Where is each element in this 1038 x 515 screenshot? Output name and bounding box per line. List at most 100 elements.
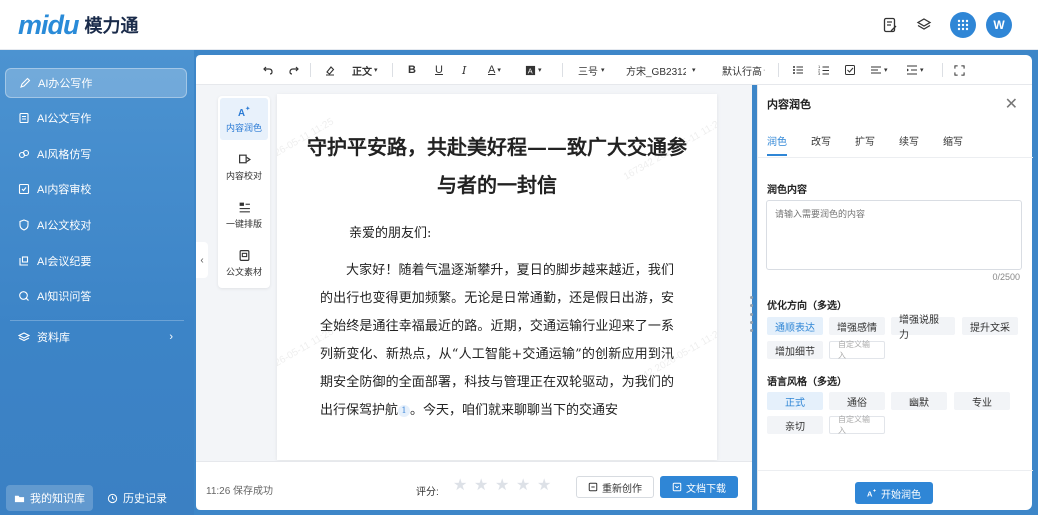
sidebar-item-knowledge-qa[interactable]: AI知识问答 [5, 281, 187, 311]
panel-resize-handle[interactable] [750, 296, 754, 332]
polish-content-input[interactable] [766, 200, 1022, 270]
review-icon [17, 182, 31, 196]
meeting-icon [17, 254, 31, 268]
direction-option-fluent[interactable]: 通顺表达 [767, 317, 823, 335]
bullet-list-icon[interactable] [792, 62, 804, 78]
tabs-divider [758, 157, 1033, 158]
document-greeting[interactable]: 亲爱的朋友们: [349, 222, 431, 241]
tab-rewrite[interactable]: 改写 [811, 133, 831, 156]
bold-icon[interactable]: B [408, 62, 416, 78]
style-option-professional[interactable]: 专业 [954, 392, 1010, 410]
font-family-value: 方宋_GB2312 [626, 66, 686, 78]
highlight-icon[interactable]: A ▾ [525, 62, 542, 78]
close-icon[interactable]: ✕ [1005, 94, 1018, 114]
clock-icon [107, 493, 118, 504]
fullscreen-icon[interactable] [954, 62, 965, 78]
sidebar-item-style-imitation[interactable]: AI风格仿写 [5, 139, 187, 169]
tool-label: 内容校对 [225, 170, 262, 181]
direction-option-persuasive[interactable]: 增强说服力 [891, 315, 955, 341]
direction-option-literary[interactable]: 提升文采 [962, 317, 1018, 335]
italic-icon[interactable]: I [462, 62, 466, 78]
format-painter-icon[interactable] [324, 62, 336, 78]
style-option-popular[interactable]: 通俗 [829, 392, 885, 410]
style-custom-input[interactable]: 自定义输入 [829, 415, 885, 435]
font-color-icon[interactable]: A ▾ [488, 62, 501, 78]
ai-polish-icon: A [238, 105, 251, 119]
direction-option-detail[interactable]: 增加细节 [767, 341, 823, 359]
star-icon[interactable]: ★ [516, 478, 532, 494]
sidebar-item-official-writing[interactable]: AI公文写作 [5, 103, 187, 133]
refresh-icon [588, 482, 598, 492]
history-button[interactable]: 历史记录 [107, 490, 167, 506]
sidebar-item-meeting-minutes[interactable]: AI会议纪要 [5, 246, 187, 276]
sidebar-item-label: AI风格仿写 [37, 149, 92, 161]
tool-content-polish[interactable]: A 内容润色 [220, 98, 268, 140]
document-body[interactable]: 大家好！随着气温逐渐攀升，夏日的脚步越来越近，我们的出行也变得更加频繁。无论是日… [320, 257, 674, 425]
editor-footer: 11:26 保存成功 评分: ★ ★ ★ ★ ★ 重新创作 文档下载 [196, 461, 752, 510]
body-text: 大家好！随着气温逐渐攀升，夏日的脚步越来越近，我们的出行也变得更加频繁。无论是日… [320, 263, 674, 418]
star-icon[interactable]: ★ [495, 478, 511, 494]
document-page[interactable]: 167342 2026-05-11 11:25 167342 2026-05-1… [277, 94, 717, 460]
tool-document-material[interactable]: 公文素材 [220, 242, 268, 284]
sidebar-item-label: AI公文校对 [37, 220, 92, 232]
content-label: 润色内容 [767, 185, 807, 196]
toolbar-divider [942, 63, 943, 77]
direction-custom-input[interactable]: 自定义输入 [829, 340, 885, 360]
sidebar-item-content-review[interactable]: AI内容审校 [5, 174, 187, 204]
recreate-label: 重新创作 [602, 483, 642, 495]
numbered-list-icon[interactable]: 123 [818, 62, 830, 78]
undo-icon[interactable] [262, 62, 274, 78]
folder-icon [14, 493, 25, 504]
tab-continue[interactable]: 续写 [899, 133, 919, 156]
star-icon[interactable]: ★ [537, 478, 553, 494]
redo-icon[interactable] [288, 62, 300, 78]
caret-down-icon: ▾ [692, 67, 696, 74]
document-edit-icon[interactable] [876, 11, 904, 39]
ai-tools-panel: A 内容润色 内容校对 一键排版 公文素材 [218, 96, 270, 288]
document-title[interactable]: 守护平安路，共赴美好程——致广大交通参与者的一封信 [307, 128, 687, 204]
save-status: 11:26 保存成功 [206, 486, 274, 497]
toolbar-divider [562, 63, 563, 77]
sidebar-item-office-writing[interactable]: AI办公写作 [5, 68, 187, 98]
underline-icon[interactable]: U [435, 62, 443, 78]
tool-label: 一键排版 [225, 218, 262, 229]
editor-toolbar: 正文 ▾ B U I A ▾ A ▾ 三号 ▾ 方宋_GB2312 ▾ 默认行高 … [196, 55, 1032, 85]
sidebar-item-label: AI办公写作 [38, 78, 93, 90]
star-icon[interactable]: ★ [474, 478, 490, 494]
line-height-select[interactable]: 默认行高 · [722, 62, 765, 78]
paragraph-style-select[interactable]: 正文 ▾ [352, 62, 378, 78]
align-icon[interactable]: ▾ [870, 62, 888, 78]
start-polish-button[interactable]: A 开始润色 [855, 482, 933, 504]
font-size-select[interactable]: 三号 ▾ [578, 62, 605, 78]
toolbar-divider [310, 63, 311, 77]
my-knowledge-base-button[interactable]: 我的知识库 [6, 485, 93, 511]
body-text: 。今天，咱们就来聊聊当下的交通安 [410, 403, 619, 418]
style-option-friendly[interactable]: 亲切 [767, 416, 823, 434]
user-avatar[interactable]: W [986, 12, 1012, 38]
tool-content-proofread[interactable]: 内容校对 [220, 146, 268, 188]
tool-label: 公文素材 [225, 266, 262, 277]
brand-logo[interactable]: midu 模力通 [18, 10, 139, 40]
indent-icon[interactable]: ▾ [906, 62, 924, 78]
line-height-value: 默认行高 [722, 66, 762, 78]
tab-expand[interactable]: 扩写 [855, 133, 875, 156]
tab-condense[interactable]: 缩写 [943, 133, 963, 156]
tool-one-click-layout[interactable]: 一键排版 [220, 194, 268, 236]
sidebar-item-library[interactable]: 资料库 › [5, 322, 187, 352]
tool-label: 内容润色 [225, 122, 262, 133]
layers-icon[interactable] [910, 11, 938, 39]
sidebar-item-proofreading[interactable]: AI公文校对 [5, 210, 187, 240]
star-icon[interactable]: ★ [453, 478, 469, 494]
tab-polish[interactable]: 润色 [767, 133, 787, 156]
style-option-formal[interactable]: 正式 [767, 392, 823, 410]
apps-grid-icon[interactable] [950, 12, 976, 38]
direction-option-emotion[interactable]: 增强感情 [829, 317, 885, 335]
style-option-humor[interactable]: 幽默 [891, 392, 947, 410]
font-family-select[interactable]: 方宋_GB2312 ▾ [626, 62, 702, 78]
task-list-icon[interactable] [844, 62, 856, 78]
citation-badge[interactable]: 1 [398, 404, 411, 417]
download-button[interactable]: 文档下载 [660, 476, 738, 498]
recreate-button[interactable]: 重新创作 [576, 476, 654, 498]
collapse-sidebar-handle[interactable]: ‹ [196, 242, 208, 278]
shield-check-icon [17, 218, 31, 232]
